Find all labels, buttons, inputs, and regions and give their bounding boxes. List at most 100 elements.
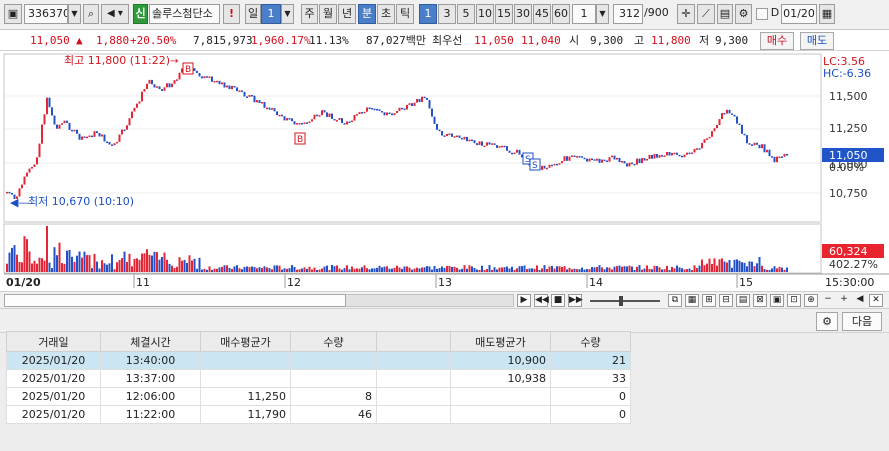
chart-close-icon[interactable]: ✕: [869, 294, 883, 307]
buy-button[interactable]: 매수: [760, 32, 794, 50]
sell-button[interactable]: 매도: [800, 32, 834, 50]
column-header[interactable]: 거래일: [6, 331, 101, 352]
count-input[interactable]: 312: [613, 4, 643, 24]
chart-scrollbar-thumb[interactable]: [4, 294, 346, 307]
column-header[interactable]: [376, 331, 451, 352]
chart-left-icon[interactable]: ◀: [853, 294, 867, 307]
tool-icon[interactable]: ▣: [770, 294, 784, 307]
candle: [68, 122, 71, 130]
tool-icon[interactable]: ▤: [736, 294, 750, 307]
stock-code-input[interactable]: 336370: [24, 4, 68, 24]
zoom-slider[interactable]: [590, 300, 660, 302]
minute-button[interactable]: 1: [419, 4, 437, 24]
tool-icon[interactable]: ⧉: [668, 294, 682, 307]
tool-icon[interactable]: ▦: [685, 294, 699, 307]
period-day-count[interactable]: 1: [261, 4, 281, 24]
tool-icon[interactable]: ⊞: [702, 294, 716, 307]
tool-icon[interactable]: ⊠: [753, 294, 767, 307]
tool-icon[interactable]: ⊕: [804, 294, 818, 307]
scroll-stop-icon[interactable]: ■: [551, 294, 565, 307]
tool-icon[interactable]: ⊟: [719, 294, 733, 307]
column-header[interactable]: 매수평균가: [200, 331, 291, 352]
date-checkbox[interactable]: [756, 8, 768, 20]
settings-icon[interactable]: ⚙: [735, 4, 752, 24]
interval-dropdown-icon[interactable]: ▼: [596, 4, 609, 24]
minute-button[interactable]: 3: [438, 4, 456, 24]
candle: [83, 136, 86, 138]
table-row[interactable]: 2025/01/20 13:37:00 10,938 33: [6, 369, 631, 388]
minute-button[interactable]: 10: [476, 4, 494, 24]
candle: [408, 103, 411, 105]
table-row[interactable]: 2025/01/20 12:06:00 11,250 8 0: [6, 387, 631, 406]
volume-bar: [21, 262, 23, 272]
scroll-right-icon[interactable]: ▶: [517, 294, 531, 307]
candle: [48, 97, 51, 108]
period-day-button[interactable]: 일: [245, 4, 261, 24]
table-row[interactable]: 2025/01/20 11:22:00 11,790 46 0: [6, 405, 631, 424]
minute-button[interactable]: 45: [533, 4, 551, 24]
candle: [113, 143, 116, 146]
minute-button[interactable]: 30: [514, 4, 532, 24]
scroll-last-icon[interactable]: ▶▶: [568, 294, 583, 307]
candle: [623, 161, 626, 164]
volume-bar: [306, 268, 308, 272]
candle: [456, 135, 458, 137]
volume-bar: [613, 266, 616, 272]
column-header[interactable]: 체결시간: [100, 331, 201, 352]
volume-bar: [178, 257, 181, 272]
crosshair-icon[interactable]: ✛: [677, 4, 695, 24]
scroll-first-icon[interactable]: ◀◀: [534, 294, 549, 307]
stock-name-field[interactable]: 솔루스첨단소: [149, 4, 220, 24]
period-year-button[interactable]: 년: [338, 4, 356, 24]
column-header[interactable]: 매도평균가: [450, 331, 551, 352]
minute-button[interactable]: 15: [495, 4, 513, 24]
zoom-slider-handle[interactable]: [619, 296, 623, 306]
minute-button[interactable]: 5: [457, 4, 475, 24]
period-month-button[interactable]: 월: [319, 4, 337, 24]
candle: [166, 83, 168, 88]
zoom-in-icon[interactable]: +: [837, 294, 851, 307]
code-dropdown-icon[interactable]: ▼: [68, 4, 81, 24]
save-icon[interactable]: ▤: [717, 4, 733, 24]
volume-bar: [328, 270, 331, 272]
candle: [238, 90, 241, 92]
candle: [658, 155, 661, 158]
table-row[interactable]: 2025/01/20 13:40:00 10,900 21: [6, 351, 631, 370]
candle: [736, 116, 738, 124]
next-button[interactable]: 다음: [842, 312, 882, 331]
volume-bar: [621, 266, 623, 272]
line-chart-icon[interactable]: ⟋: [697, 4, 715, 24]
period-week-button[interactable]: 주: [301, 4, 318, 24]
time-label: 01/20: [6, 276, 41, 289]
warning-icon[interactable]: !: [223, 4, 240, 24]
volume-bar: [578, 269, 581, 272]
volume-bar: [98, 268, 101, 272]
volume-bar: [53, 247, 56, 272]
price-chart[interactable]: LC:3.56 HC:-6.36 11,500 11,250 11,000 10…: [0, 52, 889, 290]
minute-button[interactable]: 60: [552, 4, 570, 24]
volume-bar: [196, 268, 198, 272]
tool-icon[interactable]: ⊡: [787, 294, 801, 307]
chart-canvas[interactable]: LC:3.56 HC:-6.36 11,500 11,250 11,000 10…: [0, 52, 889, 290]
candle: [338, 118, 341, 120]
layout-icon[interactable]: ▣: [4, 4, 22, 24]
period-tick-button[interactable]: 틱: [396, 4, 414, 24]
period-second-button[interactable]: 초: [377, 4, 395, 24]
zoom-out-icon[interactable]: −: [821, 294, 835, 307]
volume-bar: [271, 269, 273, 272]
period-dropdown-icon[interactable]: ▼: [281, 4, 294, 24]
calendar-icon[interactable]: ▦: [819, 4, 835, 24]
column-header[interactable]: 수량: [290, 331, 377, 352]
settings-icon[interactable]: ⚙: [816, 312, 838, 331]
volume-bar: [601, 267, 603, 272]
change-rate: +20.50%: [130, 34, 177, 47]
column-header[interactable]: 수량: [550, 331, 631, 352]
interval-input[interactable]: 1: [572, 4, 596, 24]
candle: [8, 191, 11, 194]
period-minute-button[interactable]: 분: [358, 4, 376, 24]
volume-bar: [16, 254, 18, 272]
candle: [243, 91, 246, 97]
search-icon[interactable]: ⌕: [83, 4, 99, 24]
speaker-icon[interactable]: ◀ ▾: [101, 4, 129, 24]
date-input[interactable]: 01/20: [781, 4, 817, 24]
